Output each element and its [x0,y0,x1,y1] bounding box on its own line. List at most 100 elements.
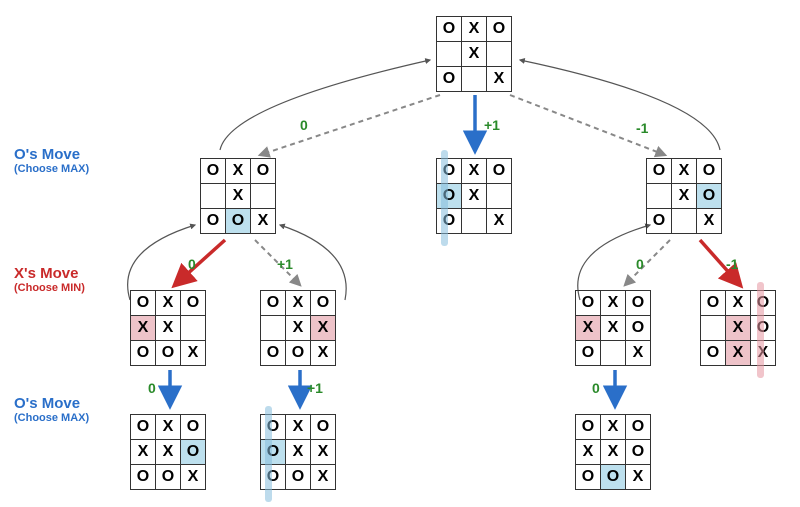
cell-1-2: O [697,184,722,209]
cell-2-0: O [576,465,601,490]
board-l2-rr: OXOXOOXX [700,290,776,366]
cell-1-1: X [672,184,697,209]
cell-1-0: X [131,316,156,341]
cell-1-0 [261,316,286,341]
board-l2-rl: OXOXXOOX [575,290,651,366]
cell-0-2: O [311,291,336,316]
cell-2-2: X [487,67,512,92]
score-l3-a: 0 [148,380,156,396]
cell-0-2: O [181,415,206,440]
cell-1-2 [181,316,206,341]
cell-1-1: X [156,316,181,341]
cell-1-1: X [462,42,487,67]
cell-0-0: O [131,415,156,440]
cell-2-2: X [311,465,336,490]
score-l3-c: 0 [592,380,600,396]
score-l2-ra: 0 [636,256,644,272]
cell-0-2: O [181,291,206,316]
score-l2-lb: +1 [277,256,293,272]
win-line-l1-mid [441,150,448,246]
cell-0-1: X [601,291,626,316]
cell-1-2 [251,184,276,209]
score-l2-rb: -1 [726,256,738,272]
cell-1-1: X [286,440,311,465]
cell-1-0: X [576,440,601,465]
score-root-right: -1 [636,120,648,136]
cell-1-1: X [462,184,487,209]
cell-1-1: X [156,440,181,465]
cell-1-2: X [311,440,336,465]
cell-0-1: X [156,291,181,316]
cell-2-1 [601,341,626,366]
cell-0-2: O [697,159,722,184]
cell-0-2: O [487,159,512,184]
score-root-mid: +1 [484,117,500,133]
cell-2-1: O [156,341,181,366]
cell-0-1: X [726,291,751,316]
cell-0-2: O [626,291,651,316]
cell-2-0: O [437,67,462,92]
cell-0-0: O [576,291,601,316]
cell-1-1: X [726,316,751,341]
cell-1-0 [437,42,462,67]
score-l3-b: +1 [307,380,323,396]
cell-0-1: X [156,415,181,440]
cell-1-1: X [286,316,311,341]
cell-0-2: O [626,415,651,440]
label-o-move-2: O's Move (Choose MAX) [14,395,89,424]
cell-2-1: X [726,341,751,366]
cell-2-2: X [626,465,651,490]
cell-1-2: O [181,440,206,465]
cell-0-2: O [487,17,512,42]
cell-2-1: O [286,341,311,366]
cell-1-2 [487,42,512,67]
cell-1-2: X [311,316,336,341]
cell-0-2: O [311,415,336,440]
cell-0-1: X [286,291,311,316]
cell-2-0: O [647,209,672,234]
cell-2-1 [462,67,487,92]
cell-2-0: O [131,465,156,490]
cell-1-0 [201,184,226,209]
cell-2-1: O [226,209,251,234]
board-l3-a: OXOXXOOOX [130,414,206,490]
cell-0-1: X [462,17,487,42]
cell-2-1 [672,209,697,234]
board-root: OXOXOX [436,16,512,92]
cell-2-2: X [626,341,651,366]
cell-1-0 [701,316,726,341]
cell-2-1: O [601,465,626,490]
cell-0-0: O [576,415,601,440]
cell-1-0: X [576,316,601,341]
cell-0-1: X [672,159,697,184]
cell-2-0: O [576,341,601,366]
cell-2-2: X [251,209,276,234]
cell-2-2: X [181,341,206,366]
cell-0-0: O [647,159,672,184]
cell-1-2 [487,184,512,209]
cell-1-1: X [601,440,626,465]
board-l2-lr: OXOXXOOX [260,290,336,366]
cell-0-1: X [601,415,626,440]
label-o-move-1: O's Move (Choose MAX) [14,146,89,175]
label-x-move: X's Move (Choose MIN) [14,265,85,294]
board-l1-left: OXOXOOX [200,158,276,234]
cell-0-0: O [131,291,156,316]
cell-2-1: O [286,465,311,490]
cell-2-2: X [697,209,722,234]
board-l2-ll: OXOXXOOX [130,290,206,366]
arrow-layer [0,0,800,507]
cell-0-1: X [286,415,311,440]
cell-1-1: X [226,184,251,209]
cell-1-2: O [626,316,651,341]
win-line-l3-b [265,406,272,502]
cell-1-1: X [601,316,626,341]
cell-0-0: O [437,17,462,42]
cell-0-0: O [201,159,226,184]
cell-0-0: O [701,291,726,316]
cell-1-0: X [131,440,156,465]
cell-2-0: O [701,341,726,366]
cell-2-2: X [311,341,336,366]
cell-2-0: O [201,209,226,234]
cell-0-0: O [261,291,286,316]
